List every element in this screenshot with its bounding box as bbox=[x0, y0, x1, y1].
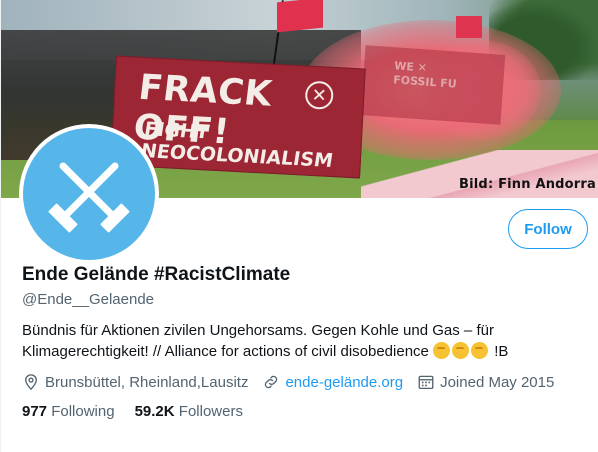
banner-flag-secondary bbox=[456, 16, 482, 38]
location-pin-icon bbox=[25, 374, 37, 391]
raised-fist-emoji-icon bbox=[452, 342, 470, 359]
follow-button[interactable]: Follow bbox=[508, 209, 588, 249]
following-label: Following bbox=[51, 403, 115, 420]
profile-website[interactable]: ende-gelände.org bbox=[262, 373, 403, 391]
profile-bio-text: Bündnis für Aktionen zivilen Ungehorsams… bbox=[22, 322, 494, 360]
profile-bio: Bündnis für Aktionen zivilen Ungehorsams… bbox=[22, 320, 582, 362]
banner-protest-sign-secondary: WE ✕ FOSSIL FU bbox=[360, 45, 506, 125]
profile-joined-text: Joined May 2015 bbox=[440, 373, 555, 391]
following-stat[interactable]: 977 Following bbox=[22, 403, 115, 420]
banner-flag bbox=[277, 0, 323, 33]
following-count: 977 bbox=[22, 403, 48, 420]
profile-display-name: Ende Gelände #RacistClimate bbox=[22, 264, 291, 285]
calendar-icon bbox=[418, 375, 434, 390]
followers-count: 59.2K bbox=[134, 403, 175, 420]
avatar-background bbox=[23, 128, 155, 260]
followers-stat[interactable]: 59.2K Followers bbox=[135, 403, 243, 420]
avatar[interactable] bbox=[19, 124, 159, 264]
profile-location-text: Brunsbüttel, Rheinland,Lausitz bbox=[45, 373, 249, 391]
profile-meta-row: Brunsbüttel, Rheinland,Lausitz ende-gelä… bbox=[22, 373, 568, 391]
profile-stats-row: 977 Following 59.2K Followers bbox=[22, 403, 263, 420]
banner-sign-faded-text: WE ✕ FOSSIL FU bbox=[392, 59, 458, 91]
banner-photo-credit: Bild: Finn Andorra bbox=[459, 177, 596, 192]
profile-card: WE ✕ FOSSIL FU FRACK OFF! ✕ FIGHT NEOCOLO… bbox=[0, 0, 598, 452]
followers-label: Followers bbox=[178, 403, 243, 420]
raised-fist-emoji-icon bbox=[433, 342, 451, 359]
profile-website-link[interactable]: ende-gelände.org bbox=[285, 374, 403, 391]
profile-location: Brunsbüttel, Rheinland,Lausitz bbox=[22, 373, 248, 391]
link-icon bbox=[265, 375, 278, 389]
crossed-hammers-icon bbox=[48, 162, 130, 233]
raised-fist-emoji-icon bbox=[471, 342, 489, 359]
profile-bio-suffix: !B bbox=[494, 343, 509, 360]
profile-handle: @Ende__Gelaende bbox=[22, 291, 154, 308]
profile-joined: Joined May 2015 bbox=[417, 373, 554, 391]
